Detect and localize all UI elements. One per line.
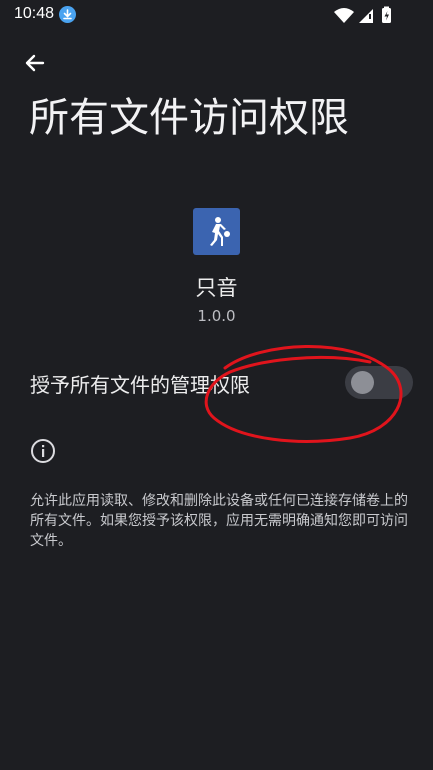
basketball-player-icon	[210, 217, 230, 246]
arrow-left-icon	[25, 54, 45, 72]
app-name: 只音	[195, 276, 238, 300]
status-bar: 10:48	[0, 0, 433, 30]
page-title: 所有文件访问权限	[29, 95, 349, 141]
battery-icon	[382, 6, 391, 23]
app-icon	[193, 208, 240, 255]
wifi-icon	[334, 8, 354, 23]
permission-label: 授予所有文件的管理权限	[30, 373, 250, 397]
info-icon	[30, 438, 56, 464]
status-time: 10:48	[14, 5, 55, 22]
permission-description: 允许此应用读取、修改和删除此设备或任何已连接存储卷上的所有文件。如果您授予该权限…	[30, 493, 408, 549]
download-icon	[59, 6, 76, 23]
signal-icon	[359, 9, 373, 23]
status-icons	[334, 6, 391, 23]
switch-thumb	[351, 371, 374, 394]
permission-switch[interactable]	[345, 366, 413, 399]
permission-toggle-row[interactable]: 授予所有文件的管理权限	[0, 355, 433, 411]
back-button[interactable]	[16, 46, 52, 82]
app-version: 1.0.0	[197, 307, 236, 325]
